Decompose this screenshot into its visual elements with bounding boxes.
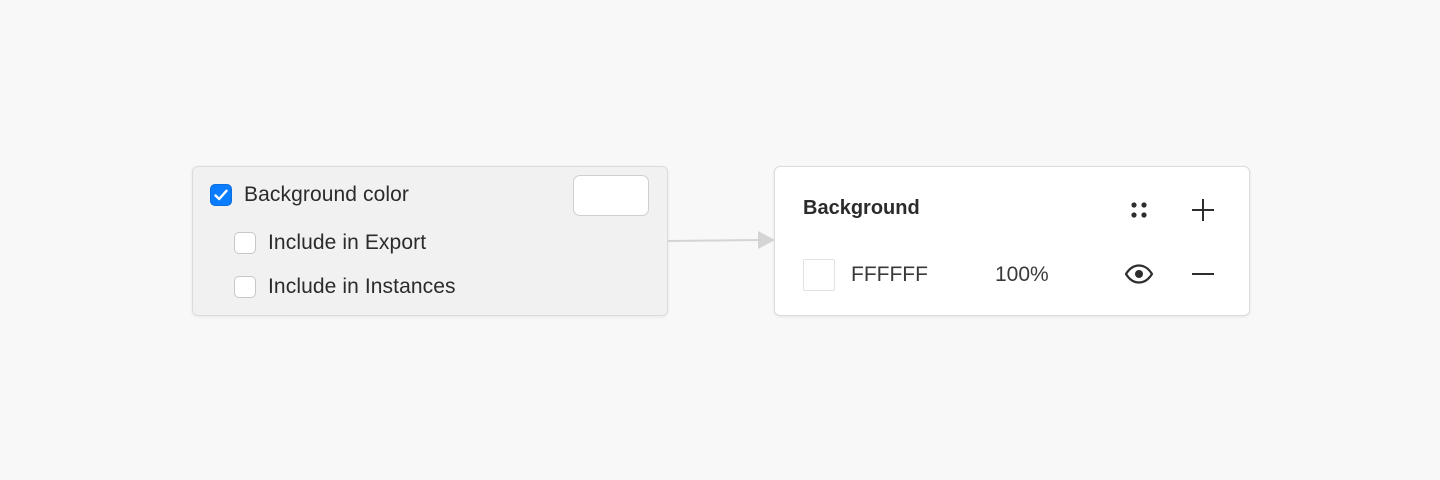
canvas: Background color Include in Export Inclu… — [0, 0, 1440, 480]
four-dots-icon — [1131, 202, 1147, 218]
plus-icon — [1192, 199, 1214, 221]
background-panel: Background FFFFFF 100% — [774, 166, 1250, 316]
fill-opacity-value[interactable]: 100% — [995, 263, 1049, 287]
fill-hex-value[interactable]: FFFFFF — [851, 263, 928, 287]
toggle-visibility-button[interactable] — [1124, 259, 1154, 289]
remove-fill-button[interactable] — [1188, 259, 1218, 289]
styles-button[interactable] — [1124, 195, 1154, 225]
panel-title: Background — [803, 197, 920, 219]
fill-color-swatch[interactable] — [803, 259, 835, 291]
add-fill-button[interactable] — [1188, 195, 1218, 225]
minus-icon — [1192, 273, 1214, 275]
eye-icon — [1124, 264, 1154, 284]
